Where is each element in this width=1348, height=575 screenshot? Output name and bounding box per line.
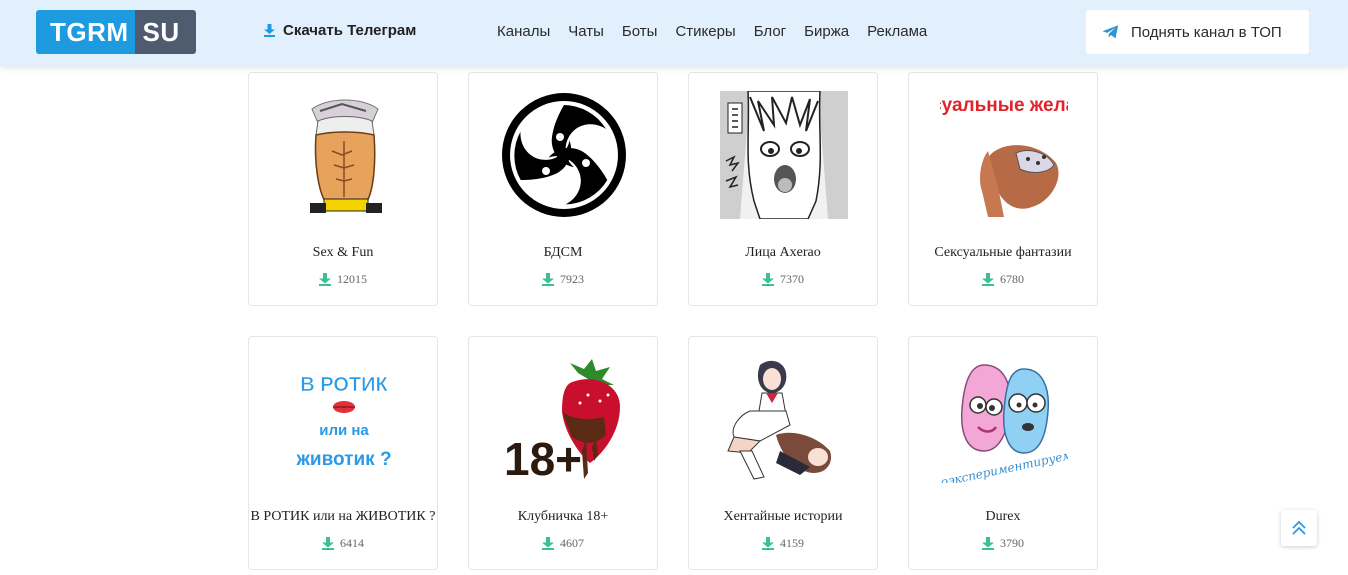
double-chevron-up-icon [1292, 520, 1306, 535]
sticker-title: Клубничка 18+ [517, 509, 609, 524]
telegram-icon [1102, 25, 1119, 39]
sticker-red-title: Сексуальные желания [940, 95, 1068, 116]
sticker-card[interactable]: Лица Axerao 7370 [688, 72, 878, 306]
download-icon [542, 537, 554, 550]
nav-exchange[interactable]: Биржа [804, 23, 849, 40]
sticker-card[interactable]: В РОТИК или на животик ? В РОТИК или на … [248, 336, 438, 570]
download-icon [762, 273, 774, 286]
download-icon [542, 273, 554, 286]
sticker-blue-line-3: животик ? [295, 449, 391, 470]
download-count: 7923 [469, 272, 657, 287]
download-count-value: 6414 [340, 536, 364, 550]
nav-stickers[interactable]: Стикеры [675, 23, 735, 40]
download-icon [319, 273, 331, 286]
download-icon [982, 537, 994, 550]
sticker-blue-line-2: или на [319, 422, 369, 439]
download-count-value: 4607 [560, 536, 584, 550]
download-count-value: 7370 [780, 272, 804, 286]
manga-face-image [720, 91, 848, 219]
download-telegram-label: Скачать Телеграм [283, 22, 417, 39]
sticker-card[interactable]: Поэкспериментируем? Durex 3790 [908, 336, 1098, 570]
sticker-title: БДСМ [543, 245, 583, 260]
main-nav: Каналы Чаты Боты Стикеры Блог Биржа Рекл… [497, 23, 927, 40]
site-header: TGRM SU Скачать Телеграм Каналы Чаты Бот… [0, 0, 1348, 66]
anime-girl-image [727, 360, 832, 480]
nav-blog[interactable]: Блог [754, 23, 786, 40]
sticker-card[interactable]: Sex & Fun 12015 [248, 72, 438, 306]
sticker-title: Sex & Fun [312, 245, 374, 260]
nav-chats[interactable]: Чаты [568, 23, 604, 40]
download-icon [982, 273, 994, 286]
sticker-caption: Поэкспериментируем? [940, 446, 1068, 483]
sticker-fantasies-image: Сексуальные желания [940, 95, 1068, 217]
nav-ads[interactable]: Реклама [867, 23, 927, 40]
download-telegram-link[interactable]: Скачать Телеграм [264, 22, 416, 39]
sticker-card[interactable]: Сексуальные желания Сексуальные фантазии… [908, 72, 1098, 306]
logo-left: TGRM [36, 10, 135, 54]
sticker-title: Durex [985, 509, 1021, 524]
download-count: 6780 [909, 272, 1097, 287]
nav-bots[interactable]: Боты [622, 23, 658, 40]
download-count-value: 12015 [337, 272, 367, 286]
sticker-text-lips-image: В РОТИК или на животик ? [295, 374, 391, 470]
sticker-18-label: 18+ [504, 433, 582, 483]
download-count: 4159 [689, 536, 877, 551]
download-icon [264, 24, 275, 37]
download-count: 3790 [909, 536, 1097, 551]
durex-characters-image: Поэкспериментируем? [940, 364, 1068, 483]
download-icon [762, 537, 774, 550]
sticker-title: В РОТИК или на ЖИВОТИК ? [250, 509, 436, 524]
sticker-title: Хентайные истории [723, 509, 843, 524]
download-count-value: 6780 [1000, 272, 1024, 286]
promote-channel-label: Поднять канал в ТОП [1131, 23, 1282, 41]
sticker-title: Сексуальные фантазии [934, 245, 1072, 260]
download-icon [322, 537, 334, 550]
bdsm-triskelion-image [502, 93, 626, 217]
download-count-value: 4159 [780, 536, 804, 550]
download-count: 7370 [689, 272, 877, 287]
strawberry-18-image: 18+ [504, 359, 620, 483]
sticker-sex-fun-image [310, 99, 382, 213]
download-count-value: 7923 [560, 272, 584, 286]
sticker-card[interactable]: БДСМ 7923 [468, 72, 658, 306]
sticker-card[interactable]: Хентайные истории 4159 [688, 336, 878, 570]
download-count: 4607 [469, 536, 657, 551]
logo-right: SU [134, 10, 196, 54]
scroll-to-top-button[interactable] [1281, 510, 1317, 546]
promote-channel-button[interactable]: Поднять канал в ТОП [1086, 10, 1309, 54]
sticker-title: Лица Axerao [745, 245, 821, 260]
download-count: 12015 [249, 272, 437, 287]
download-count: 6414 [249, 536, 437, 551]
sticker-blue-line-1: В РОТИК [300, 374, 388, 396]
sticker-card[interactable]: 18+ Клубничка 18+ 4607 [468, 336, 658, 570]
site-logo[interactable]: TGRM SU [36, 10, 196, 54]
nav-channels[interactable]: Каналы [497, 23, 550, 40]
download-count-value: 3790 [1000, 536, 1024, 550]
